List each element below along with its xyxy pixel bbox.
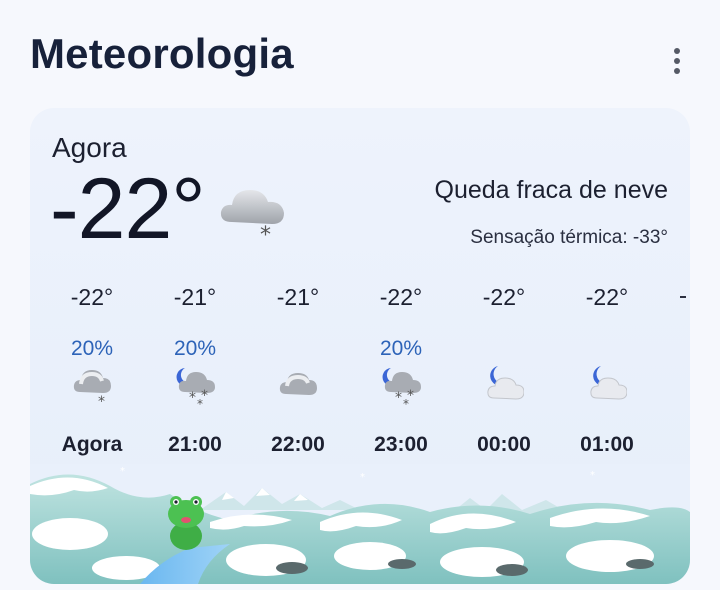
- more-vert-icon-dot: [674, 68, 680, 74]
- app-title: Meteorologia: [30, 30, 294, 77]
- hourly-item[interactable]: -22° 20% * Agora: [40, 282, 144, 462]
- hourly-precip: 20%: [379, 337, 423, 360]
- current-condition: Queda fraca de neve: [434, 176, 669, 204]
- current-label: Agora: [52, 132, 127, 163]
- hourly-temp: -22°: [482, 284, 526, 310]
- more-vert-icon-dot: [674, 58, 680, 64]
- hourly-temp: -22°: [585, 284, 629, 310]
- current-temperature: -22°: [50, 161, 206, 257]
- more-options-button[interactable]: [664, 46, 690, 76]
- light-snow-icon: *: [220, 190, 284, 242]
- night-snow-icon: * * *: [382, 368, 421, 406]
- cloud-icon: [279, 373, 317, 395]
- hourly-temp: -22°: [379, 284, 423, 310]
- svg-text:*: *: [260, 223, 271, 242]
- night-cloudy-icon: [590, 366, 627, 400]
- svg-text:*: *: [197, 397, 203, 406]
- hourly-precip: 20%: [70, 337, 114, 360]
- weather-card[interactable]: Agora -22° * Queda fraca de neve Sensaçã…: [30, 108, 690, 584]
- more-vert-icon-dot: [674, 48, 680, 54]
- svg-text:*: *: [395, 390, 402, 406]
- night-cloudy-icon: [487, 366, 524, 400]
- svg-text:*: *: [403, 397, 409, 406]
- hourly-time: 01:00: [580, 433, 634, 456]
- svg-text:*: *: [98, 394, 105, 406]
- svg-text:*: *: [120, 466, 125, 477]
- light-snow-icon: *: [73, 370, 111, 406]
- svg-text:*: *: [590, 470, 595, 481]
- svg-text:*: *: [360, 472, 365, 483]
- svg-text:*: *: [189, 390, 196, 406]
- hourly-item[interactable]: -21° 22:00: [246, 282, 350, 462]
- hourly-time: Agora: [61, 433, 123, 456]
- hourly-item[interactable]: -22° 20% * * * 23:00: [349, 282, 453, 462]
- feels-like: Sensação térmica: -33°: [470, 227, 668, 248]
- next-item-peek: [680, 296, 686, 298]
- night-snow-icon: * * *: [176, 368, 215, 406]
- hourly-time: 22:00: [271, 433, 325, 456]
- hourly-temp: -22°: [70, 284, 114, 310]
- hourly-time: 00:00: [477, 433, 531, 456]
- hourly-temp: -21°: [276, 284, 320, 310]
- hourly-forecast[interactable]: -22° 20% * Agora -21° 20% * * * 21:00 -2…: [30, 282, 690, 462]
- hourly-item[interactable]: -21° 20% * * * 21:00: [143, 282, 247, 462]
- hourly-item[interactable]: -22° 00:00: [452, 282, 556, 462]
- hourly-temp: -21°: [173, 284, 217, 310]
- snow-landscape-illustration: * * *: [30, 464, 690, 584]
- hourly-item[interactable]: -22° 01:00: [555, 282, 659, 462]
- hourly-time: 23:00: [374, 433, 428, 456]
- hourly-precip: 20%: [173, 337, 217, 360]
- hourly-time: 21:00: [168, 433, 222, 456]
